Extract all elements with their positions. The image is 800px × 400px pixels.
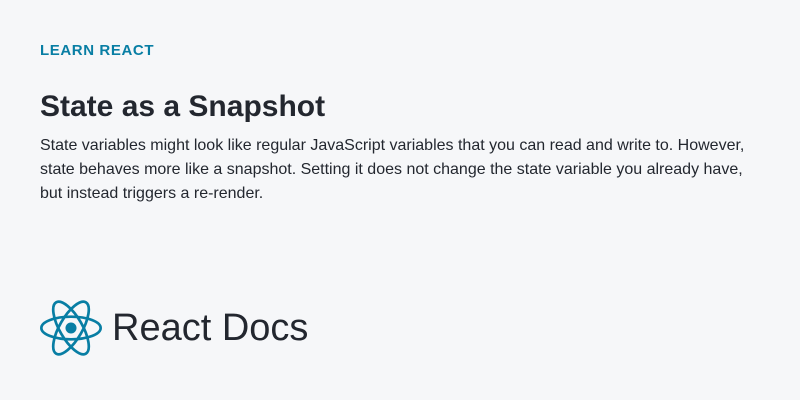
react-atom-icon (40, 300, 102, 356)
brand-lockup: React Docs (40, 299, 308, 357)
brand-name: React Docs (112, 307, 309, 349)
social-card: LEARN REACT State as a Snapshot State va… (0, 0, 800, 400)
section-eyebrow: LEARN REACT (40, 42, 155, 59)
page-description: State variables might look like regular … (40, 137, 745, 202)
page-title: State as a Snapshot (40, 90, 326, 123)
